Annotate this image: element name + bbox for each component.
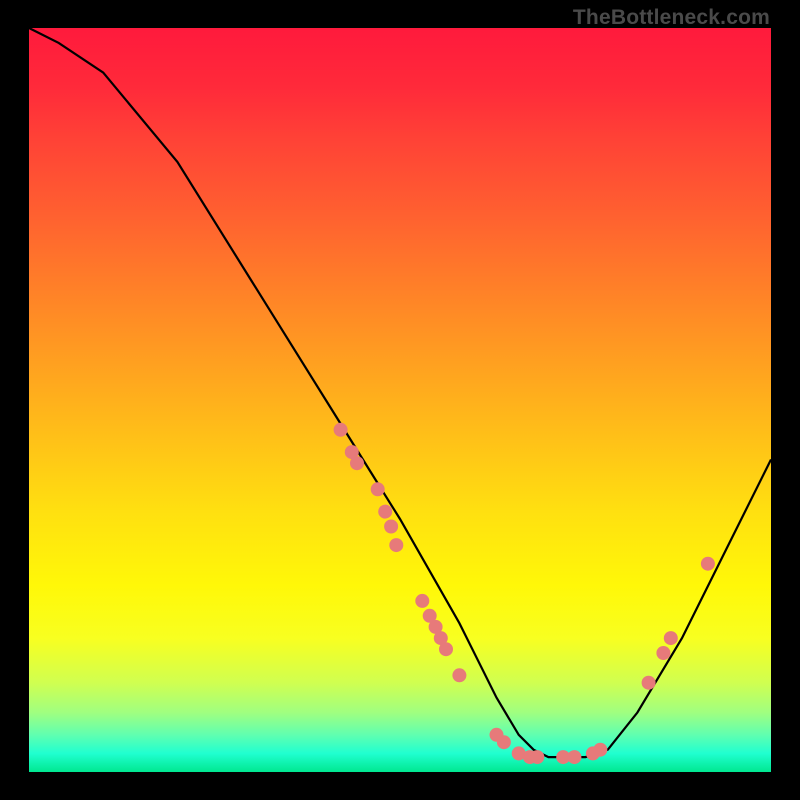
chart-svg (29, 28, 771, 772)
curve-markers (334, 423, 715, 764)
data-marker (415, 594, 429, 608)
data-marker (378, 505, 392, 519)
data-marker (371, 482, 385, 496)
chart-container: TheBottleneck.com (0, 0, 800, 800)
data-marker (656, 646, 670, 660)
data-marker (664, 631, 678, 645)
data-marker (497, 735, 511, 749)
data-marker (593, 743, 607, 757)
watermark-text: TheBottleneck.com (573, 6, 770, 30)
data-marker (642, 676, 656, 690)
data-marker (384, 520, 398, 534)
data-marker (530, 750, 544, 764)
data-marker (439, 642, 453, 656)
data-marker (350, 456, 364, 470)
data-marker (701, 557, 715, 571)
data-marker (334, 423, 348, 437)
data-marker (567, 750, 581, 764)
data-marker (452, 668, 466, 682)
data-marker (389, 538, 403, 552)
